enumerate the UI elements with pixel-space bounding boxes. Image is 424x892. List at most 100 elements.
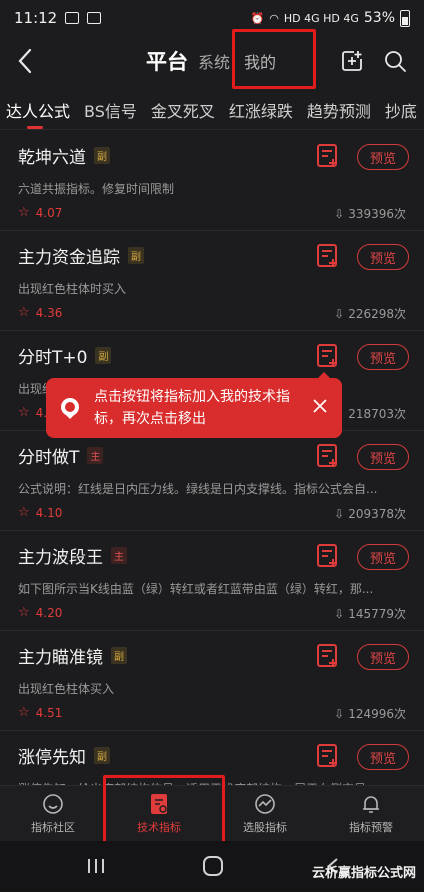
item-description: 出现红色柱体买入: [18, 682, 115, 696]
item-title: 涨停先知: [18, 748, 86, 768]
preview-button[interactable]: 预览: [357, 544, 409, 570]
nav-stock-picking[interactable]: 选股指标: [212, 786, 318, 841]
alarm-icon: ⏰: [250, 11, 265, 25]
tab-system[interactable]: 系统: [198, 49, 230, 73]
item-usage-count: 218703次: [348, 407, 406, 421]
add-to-mine-icon[interactable]: [316, 243, 340, 269]
list-item[interactable]: 主力瞄准镜副 出现红色柱体买入 ☆ 4.51 ⇩ 124996次 预览: [0, 631, 424, 731]
status-time: 11:12: [14, 9, 58, 27]
item-description: 公式说明：红线是日内压力线。绿线是日内支撑线。指标公式会自...: [18, 482, 378, 496]
star-icon: ☆: [18, 605, 30, 620]
chevron-left-icon: [18, 48, 32, 74]
item-title: 分时T+0: [18, 348, 88, 368]
battery-icon: [400, 9, 410, 27]
item-tag: 主: [111, 547, 127, 564]
list-item[interactable]: 乾坤六道副 六道共振指标。修复时间限制 ☆ 4.07 ⇩ 339396次 预览: [0, 131, 424, 231]
download-icon: ⇩: [334, 706, 345, 721]
item-title: 主力资金追踪: [18, 248, 120, 268]
item-usage-count: 209378次: [348, 507, 406, 521]
item-title: 乾坤六道: [18, 148, 86, 168]
back-button[interactable]: [10, 44, 40, 78]
item-usage-count: 145779次: [348, 607, 406, 621]
home-icon[interactable]: [202, 855, 224, 877]
item-title: 主力波段王: [18, 548, 103, 568]
add-to-mine-icon[interactable]: [316, 743, 340, 769]
star-icon: ☆: [18, 405, 30, 420]
nav-alerts[interactable]: 指标预警: [318, 786, 424, 841]
item-tag: 副: [95, 347, 112, 364]
close-icon[interactable]: [312, 398, 328, 414]
wifi-icon: ◠: [269, 11, 279, 25]
item-rating: 4.10: [35, 505, 63, 520]
list-item[interactable]: 分时做T 主 公式说明：红线是日内压力线。绿线是日内支撑线。指标公式会自... ☆…: [0, 431, 424, 531]
download-icon: ⇩: [334, 506, 345, 521]
watermark: 云析赢指标公式网: [311, 866, 416, 881]
network-indicator: HD 4G HD 4G: [283, 11, 359, 25]
item-rating: 4.51: [35, 705, 63, 720]
chart-circle-icon: [255, 793, 275, 814]
toast-tooltip: 点击按钮将指标加入我的技术指标，再次点击移出: [46, 378, 342, 438]
item-usage-count: 124996次: [348, 707, 406, 721]
preview-button[interactable]: 预览: [357, 144, 409, 170]
star-icon: ☆: [18, 305, 30, 320]
add-to-mine-icon[interactable]: [316, 143, 340, 169]
preview-button[interactable]: 预览: [357, 444, 409, 470]
battery-percent: 53%: [363, 10, 395, 26]
add-to-mine-icon[interactable]: [316, 443, 340, 469]
category-tabs: 达人公式 BS信号 金叉死叉 红涨绿跌 趋势预测 抄底: [0, 90, 424, 130]
category-tab[interactable]: BS信号: [84, 98, 137, 122]
item-description: 六道共振指标。修复时间限制: [18, 182, 175, 196]
app-notification-icon: [87, 12, 102, 24]
list-item[interactable]: 主力资金追踪副 出现红色柱体时买入 ☆ 4.36 ⇩ 226298次 预览: [0, 231, 424, 331]
smile-icon: [43, 793, 63, 814]
item-description: 如下图所示当K线由蓝（绿）转红或者红蓝带由蓝（绿）转红，那...: [18, 582, 374, 596]
item-tag: 主: [87, 447, 104, 464]
item-rating: 4.07: [35, 205, 63, 220]
add-to-mine-icon[interactable]: [316, 643, 340, 669]
item-tag: 副: [94, 147, 110, 164]
item-title: 分时做T: [18, 448, 80, 468]
item-tag: 副: [128, 247, 144, 264]
item-description: 出现红色柱体时买入: [18, 282, 127, 296]
location-pin-icon: [61, 398, 79, 419]
star-icon: ☆: [18, 205, 30, 220]
add-to-mine-icon[interactable]: [316, 543, 340, 569]
star-icon: ☆: [18, 505, 30, 520]
recent-apps-icon[interactable]: [86, 857, 106, 875]
header: 平台 系统 我的: [0, 36, 424, 86]
nav-community[interactable]: 指标社区: [0, 786, 106, 841]
category-tab[interactable]: 达人公式: [6, 98, 70, 122]
category-tab[interactable]: 红涨绿跌: [229, 98, 293, 122]
add-to-mine-icon[interactable]: [316, 343, 340, 369]
search-button[interactable]: [380, 46, 410, 76]
search-icon: [385, 51, 406, 72]
preview-button[interactable]: 预览: [357, 644, 409, 670]
item-rating: 4.36: [35, 305, 63, 320]
item-title: 主力瞄准镜: [18, 648, 103, 668]
nav-label: 选股指标: [243, 820, 287, 834]
category-tab[interactable]: 抄底: [385, 98, 417, 122]
tab-platform[interactable]: 平台: [146, 46, 188, 76]
annotation-box-mine: [232, 29, 316, 89]
star-icon: ☆: [18, 705, 30, 720]
bell-icon: [363, 795, 379, 813]
nav-label: 指标预警: [349, 820, 393, 834]
gallery-icon: [65, 12, 80, 24]
item-usage-count: 339396次: [348, 207, 406, 221]
download-icon: ⇩: [334, 206, 345, 221]
preview-button[interactable]: 预览: [357, 744, 409, 770]
download-icon: ⇩: [334, 606, 345, 621]
active-tab-indicator: [27, 126, 43, 129]
add-indicator-button[interactable]: [337, 46, 367, 76]
download-icon: ⇩: [334, 306, 345, 321]
category-tab[interactable]: 趋势预测: [307, 98, 371, 122]
preview-button[interactable]: 预览: [357, 344, 409, 370]
list-item[interactable]: 主力波段王主 如下图所示当K线由蓝（绿）转红或者红蓝带由蓝（绿）转红，那... …: [0, 531, 424, 631]
item-tag: 副: [94, 747, 110, 764]
toast-text: 点击按钮将指标加入我的技术指标，再次点击移出: [94, 389, 290, 427]
category-tab[interactable]: 金叉死叉: [151, 98, 215, 122]
item-usage-count: 226298次: [348, 307, 406, 321]
status-bar: 11:12 ⏰ ◠ HD 4G HD 4G 53%: [0, 0, 424, 36]
item-tag: 副: [111, 647, 127, 664]
preview-button[interactable]: 预览: [357, 244, 409, 270]
